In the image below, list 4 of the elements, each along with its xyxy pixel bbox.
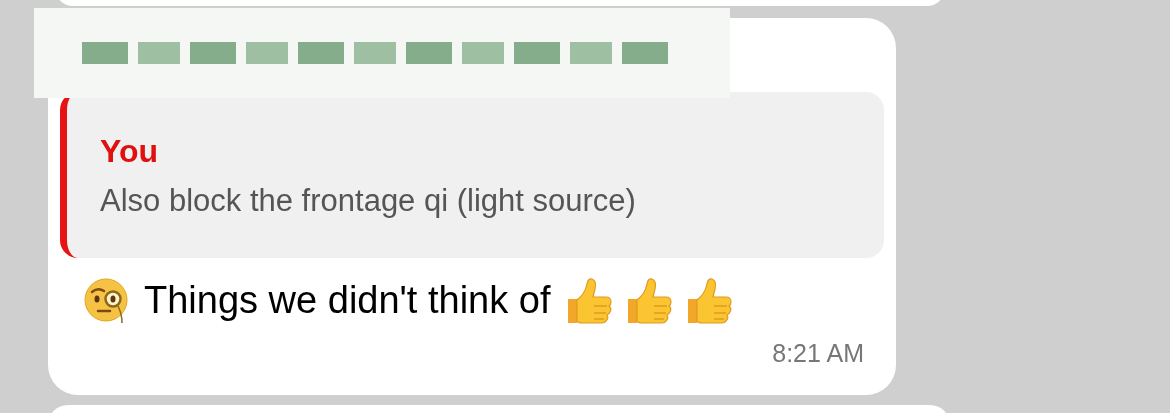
quote-author: You (100, 134, 160, 167)
message-text: Things we didn't think of (144, 278, 551, 323)
message-time: 8:21 AM (772, 338, 864, 369)
quote-text: Also block the frontage qi (light source) (100, 184, 637, 216)
